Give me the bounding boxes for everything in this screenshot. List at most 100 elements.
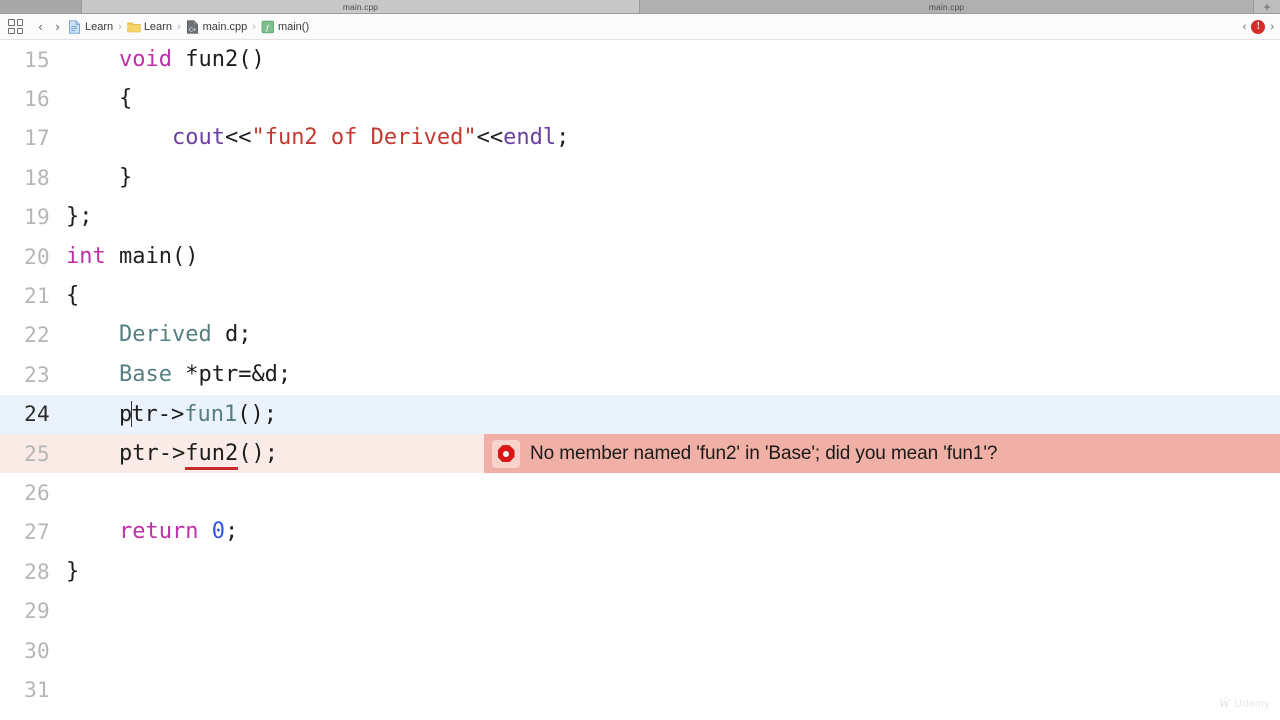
code-line-text: } <box>66 560 1280 583</box>
folder-icon <box>127 20 141 34</box>
tab-label: main.cpp <box>342 1 379 12</box>
line-number: 28 <box>24 559 50 584</box>
line-number: 17 <box>24 126 50 151</box>
code-line-30[interactable]: 30 <box>0 631 1280 670</box>
grid-icon[interactable] <box>8 19 23 34</box>
code-token: Derived <box>118 322 212 348</box>
code-line-text: } <box>66 166 1280 189</box>
window-tab-bar: main.cpp main.cpp + <box>0 0 1280 14</box>
code-line-24[interactable]: 24 ptr->fun1(); <box>0 394 1280 434</box>
code-line-32[interactable]: 32 <box>0 710 1280 720</box>
code-line-28[interactable]: 28} <box>0 552 1280 591</box>
code-line-21[interactable]: 21 { <box>0 276 1280 315</box>
line-number: 21 <box>24 284 50 309</box>
code-token: 0 <box>211 519 225 545</box>
code-line-text: int main() <box>66 243 1280 269</box>
error-count-badge[interactable]: ! <box>1251 19 1266 34</box>
code-line-25[interactable]: 25 ptr->fun2(); No member named 'fun2' in… <box>0 433 1280 474</box>
tab-main-cpp-1[interactable]: main.cpp <box>82 0 640 13</box>
code-token: }; <box>66 204 93 230</box>
breadcrumb-label: Learn <box>143 20 172 33</box>
code-token: d; <box>211 322 252 348</box>
breadcrumb-item-file[interactable]: C+ main.cpp <box>184 19 250 34</box>
code-token: int <box>66 243 106 269</box>
code-line-text: void fun2() <box>66 46 1280 72</box>
tab-bar-left-spacer <box>0 0 82 13</box>
line-number: 30 <box>24 638 50 663</box>
line-number: 22 <box>24 323 50 348</box>
code-token: main() <box>105 243 199 269</box>
code-line-text: return 0; <box>66 521 1280 543</box>
code-line-15[interactable]: 15 void fun2() <box>0 40 1280 79</box>
nav-forward-icon[interactable]: › <box>49 18 66 35</box>
function-icon: f <box>261 20 274 34</box>
line-number: 24 <box>24 402 50 427</box>
line-number: 19 <box>24 205 50 230</box>
breadcrumb-separator: › <box>252 20 256 33</box>
inline-error-message: No member named 'fun2' in 'Base'; did yo… <box>530 442 998 464</box>
code-token: { <box>66 283 80 309</box>
cpp-file-icon: C+ <box>186 19 199 34</box>
code-line-text: Base *ptr=&d; <box>66 361 1280 387</box>
code-line-17[interactable]: 17 cout<<"fun2 of Derived"<<endl; <box>0 119 1280 158</box>
code-token: void <box>118 46 172 72</box>
code-token: (); <box>237 402 277 428</box>
code-token: << <box>476 125 504 151</box>
breadcrumb-item-folder[interactable]: Learn <box>125 20 174 34</box>
code-line-26[interactable]: 26 <box>0 473 1280 512</box>
code-token: cout <box>171 125 225 151</box>
code-line-text: { <box>66 88 1280 110</box>
breadcrumb-item-project[interactable]: Learn <box>66 19 115 34</box>
line-number: 26 <box>24 480 50 505</box>
code-line-20[interactable]: 20 int main() <box>0 237 1280 276</box>
breadcrumb-label: main.cpp <box>202 20 248 33</box>
line-number: 15 <box>24 47 50 72</box>
code-line-19[interactable]: 19}; <box>0 198 1280 237</box>
code-token: p <box>66 402 133 428</box>
nav-back-icon[interactable]: ‹ <box>32 18 49 35</box>
code-editor[interactable]: 15 void fun2() 16 {17 cout<<"fun2 of Deri… <box>0 40 1280 720</box>
error-navigator: ‹ ! › <box>1243 19 1274 34</box>
code-line-22[interactable]: 22 Derived d; <box>0 316 1280 355</box>
code-line-23[interactable]: 23 Base *ptr=&d; <box>0 355 1280 394</box>
code-line-31[interactable]: 31 <box>0 670 1280 709</box>
line-number: 25 <box>24 441 50 466</box>
project-document-icon <box>68 19 81 34</box>
code-token: Base <box>118 361 172 387</box>
code-token: { <box>66 86 133 112</box>
code-line-16[interactable]: 16 { <box>0 79 1280 118</box>
new-tab-button[interactable]: + <box>1254 0 1280 14</box>
line-number: 16 <box>24 87 50 112</box>
line-number: 23 <box>24 362 50 387</box>
code-token: (); <box>238 440 278 466</box>
error-octagon-icon <box>492 439 520 468</box>
error-prev-icon[interactable]: ‹ <box>1243 21 1247 33</box>
line-number: 29 <box>24 599 50 624</box>
code-line-27[interactable]: 27 return 0; <box>0 513 1280 552</box>
breadcrumb-item-function[interactable]: f main() <box>259 20 311 34</box>
code-line-text: cout<<"fun2 of Derived"<<endl; <box>66 127 1280 149</box>
code-token: tr-> <box>131 402 185 428</box>
breadcrumb-separator: › <box>118 20 122 33</box>
code-line-text: ptr->fun1(); <box>66 401 1280 428</box>
breadcrumb: ‹ › Learn › Learn › C+ main.cpp › f main… <box>8 18 1243 35</box>
error-next-icon[interactable]: › <box>1270 21 1274 33</box>
code-token: << <box>224 125 252 151</box>
code-token: ptr-> <box>66 440 186 466</box>
inline-error-banner[interactable]: No member named 'fun2' in 'Base'; did yo… <box>484 433 1280 474</box>
error-token: fun2 <box>185 440 239 470</box>
code-line-18[interactable]: 18 } <box>0 158 1280 197</box>
breadcrumb-label: main() <box>277 20 310 33</box>
code-token: "fun2 of Derived" <box>251 125 477 151</box>
code-line-29[interactable]: 29 <box>0 591 1280 630</box>
line-number: 31 <box>24 677 50 702</box>
code-line-text: }; <box>66 206 1280 228</box>
tab-main-cpp-2[interactable]: main.cpp <box>640 0 1254 13</box>
breadcrumb-separator: › <box>176 20 181 33</box>
